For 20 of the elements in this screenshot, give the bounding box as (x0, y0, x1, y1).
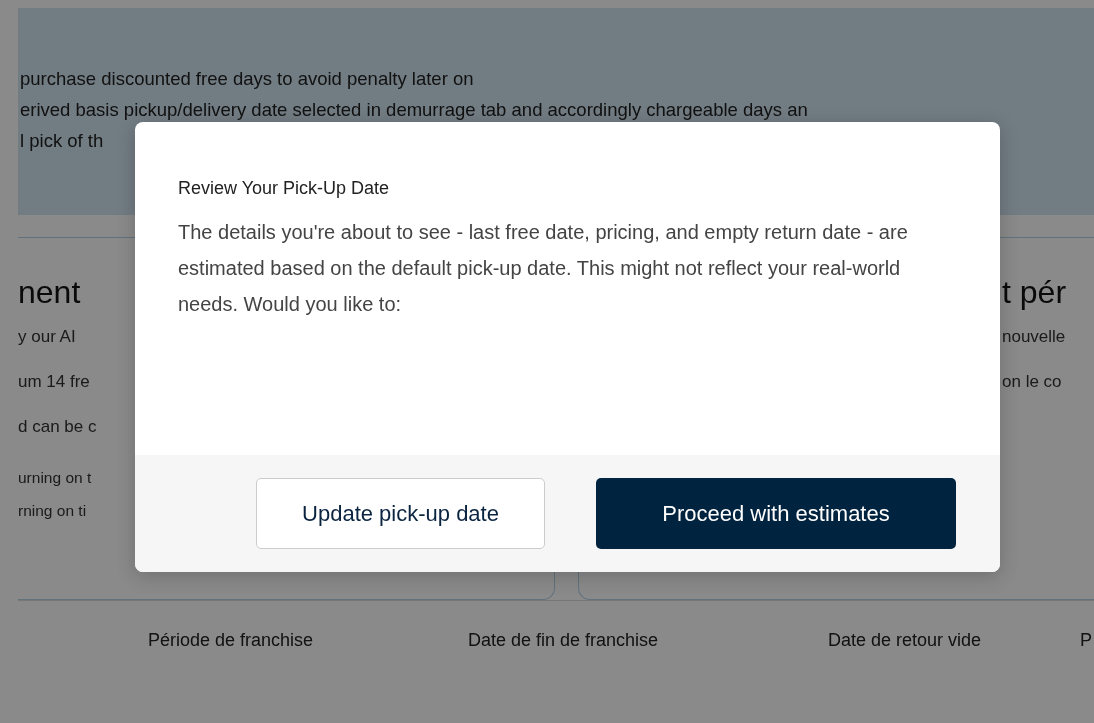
card-heading: t pér (1002, 273, 1067, 312)
card-heading: nent (18, 273, 81, 312)
card-text: um 14 fre (18, 371, 90, 393)
card-text: on le co (1002, 371, 1062, 393)
column-header: P (1080, 629, 1092, 652)
banner-text: purchase discounted free days to avoid penalty later on (19, 67, 474, 91)
card-text: d can be c (18, 416, 97, 438)
update-button[interactable]: Update pick-up date (256, 478, 545, 549)
proceed-button[interactable]: Proceed with estimates (596, 478, 956, 549)
banner-text: l pick of th (19, 129, 104, 153)
column-header: Date de fin de franchise (468, 629, 660, 652)
column-header: Date de retour vide (828, 629, 983, 652)
column-header: Période de franchise (148, 629, 315, 652)
card-text: y our AI (18, 326, 76, 348)
dialog-title: Review Your Pick-Up Date (178, 177, 390, 200)
card-note: urning on t (18, 468, 92, 488)
card-note: rning on ti (18, 501, 87, 521)
card-text: nouvelle (1002, 326, 1066, 348)
dialog-message: The details you're about to see - last free date, pricing, and empty return date - are estimated based on the default pick-up date. This might not reflect your real-world needs. Would you like to: (178, 220, 909, 317)
banner-text: erived basis pickup/delivery date selected in demurrage tab and accordingly chargeable days an (19, 98, 808, 122)
